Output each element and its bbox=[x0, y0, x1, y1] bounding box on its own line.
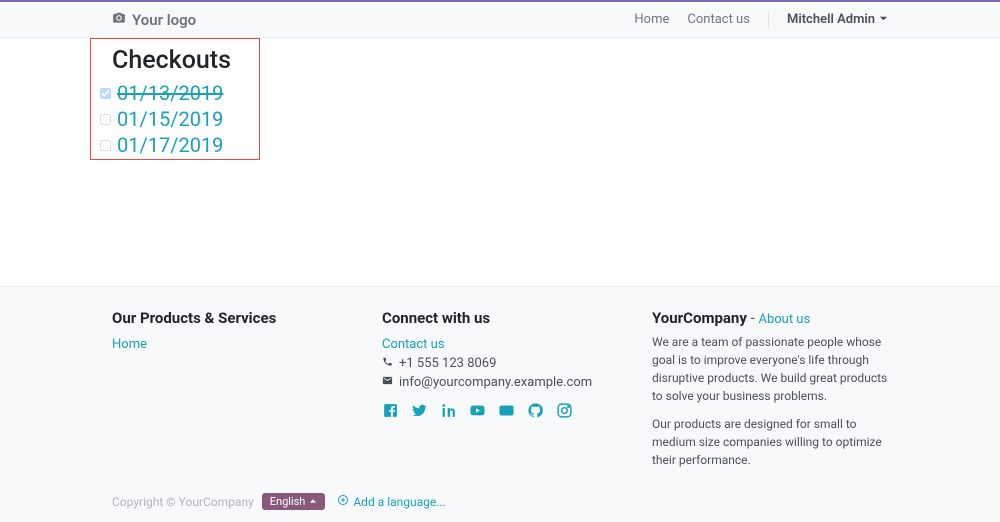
footer-connect-col: Connect with us Contact us +1 555 123 80… bbox=[382, 309, 612, 479]
envelope-icon bbox=[382, 375, 393, 390]
nav-divider bbox=[768, 12, 769, 28]
company-title: YourCompany - About us bbox=[652, 309, 888, 327]
language-label: English bbox=[270, 495, 306, 508]
nav-home[interactable]: Home bbox=[634, 12, 669, 27]
company-name: YourCompany bbox=[652, 309, 747, 327]
twitter-icon[interactable] bbox=[411, 402, 428, 423]
copyright: Copyright © YourCompany bbox=[112, 495, 254, 509]
caret-up-icon bbox=[309, 495, 317, 508]
checkout-date: 01/17/2019 bbox=[117, 133, 223, 157]
checkout-item[interactable]: 01/17/2019 bbox=[100, 133, 888, 157]
facebook-icon[interactable] bbox=[382, 402, 399, 423]
footer-products-col: Our Products & Services Home bbox=[112, 309, 342, 479]
checkout-item[interactable]: 01/15/2019 bbox=[100, 107, 888, 131]
user-menu[interactable]: Mitchell Admin bbox=[787, 12, 888, 27]
github-icon[interactable] bbox=[527, 402, 544, 423]
language-button[interactable]: English bbox=[262, 493, 326, 510]
checkout-checkbox[interactable] bbox=[100, 88, 111, 99]
main-content: Checkouts 01/13/2019 01/15/2019 01/17/20… bbox=[0, 38, 1000, 286]
googleplus-icon[interactable] bbox=[498, 402, 515, 423]
checkout-checkbox[interactable] bbox=[100, 140, 111, 151]
page-title: Checkouts bbox=[112, 46, 888, 75]
footer-phone: +1 555 123 8069 bbox=[382, 356, 612, 371]
linkedin-icon[interactable] bbox=[440, 402, 457, 423]
footer-company-col: YourCompany - About us We are a team of … bbox=[652, 309, 888, 479]
nav-contact[interactable]: Contact us bbox=[687, 12, 750, 27]
company-text-2: Our products are designed for small to m… bbox=[652, 415, 888, 469]
youtube-icon[interactable] bbox=[469, 402, 486, 423]
logo-text: Your logo bbox=[132, 11, 196, 29]
email-address: info@yourcompany.example.com bbox=[399, 375, 592, 390]
checkout-checkbox[interactable] bbox=[100, 114, 111, 125]
company-text-1: We are a team of passionate people whose… bbox=[652, 333, 888, 405]
footer: Our Products & Services Home Connect wit… bbox=[0, 286, 1000, 522]
footer-contact-link[interactable]: Contact us bbox=[382, 337, 612, 352]
add-language-link[interactable]: Add a language... bbox=[337, 494, 445, 509]
about-link[interactable]: About us bbox=[758, 312, 810, 327]
checkout-date: 01/15/2019 bbox=[117, 107, 223, 131]
footer-home-link[interactable]: Home bbox=[112, 337, 342, 352]
footer-email: info@yourcompany.example.com bbox=[382, 375, 612, 390]
checkout-date: 01/13/2019 bbox=[117, 81, 223, 105]
camera-icon bbox=[112, 11, 126, 29]
logo[interactable]: Your logo bbox=[112, 11, 196, 29]
header: Your logo Home Contact us Mitchell Admin bbox=[0, 2, 1000, 38]
phone-number: +1 555 123 8069 bbox=[399, 356, 496, 371]
footer-connect-title: Connect with us bbox=[382, 309, 612, 327]
dash: - bbox=[747, 309, 759, 327]
caret-down-icon bbox=[879, 12, 888, 27]
footer-products-title: Our Products & Services bbox=[112, 309, 342, 327]
user-name: Mitchell Admin bbox=[787, 12, 875, 27]
phone-icon bbox=[382, 356, 393, 371]
social-links bbox=[382, 402, 612, 423]
instagram-icon[interactable] bbox=[556, 402, 573, 423]
checkout-item[interactable]: 01/13/2019 bbox=[100, 81, 888, 105]
plus-circle-icon bbox=[337, 494, 349, 509]
add-language-label: Add a language... bbox=[353, 495, 445, 509]
